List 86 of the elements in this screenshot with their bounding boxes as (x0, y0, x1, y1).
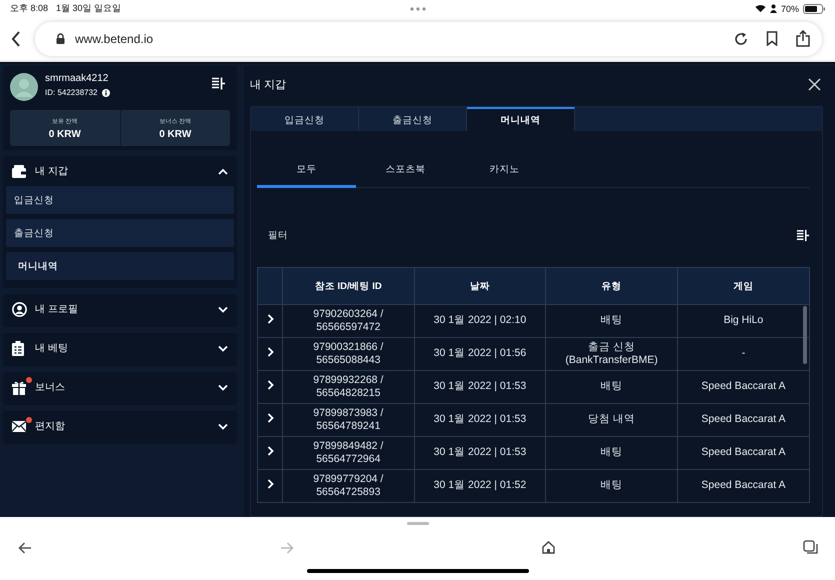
info-icon[interactable] (102, 88, 110, 96)
url-text: www.betend.io (75, 32, 154, 46)
column-header: 날짜 (414, 268, 546, 304)
close-icon[interactable] (808, 78, 821, 90)
filter-menu-icon[interactable] (796, 228, 810, 242)
wallet-icon (12, 164, 27, 178)
table-cell: Big HiLo (724, 314, 764, 326)
sidebar-item[interactable]: 편지함 (6, 411, 234, 441)
filter-menu-icon[interactable] (211, 77, 226, 90)
table-cell-text: 97899849482 / 56564772964 (312, 440, 384, 466)
table-cell-text: 97899779204 / 56564725893 (312, 472, 384, 500)
table-cell: 30 1월 2022 | 01:53 (434, 446, 526, 458)
sidebar-item[interactable]: 보너스 (6, 372, 234, 402)
mail-icon (12, 420, 28, 432)
subtab[interactable]: 모두 (257, 153, 356, 188)
table-cell: 배팅 (600, 446, 623, 460)
column-header: 참조 ID/베팅 ID (282, 268, 414, 304)
user-id: ID: 542238732 (45, 88, 98, 97)
expand-icon[interactable] (266, 412, 274, 423)
table-cell: Speed Baccarat A (701, 413, 786, 426)
username: smrmaak4212 (45, 73, 110, 84)
lock-icon (56, 33, 65, 44)
expand-icon[interactable] (266, 314, 274, 324)
battery-percent: 70% (780, 4, 799, 14)
sidebar-item[interactable]: 내 베팅 (6, 333, 234, 363)
chevron-down-icon (218, 344, 228, 352)
battery-icon (803, 4, 825, 14)
table-cell-text: 97899932268 / 56564828215 (312, 374, 384, 400)
table-cell-text: 97900321866 / 56565088443 (312, 340, 384, 368)
chevron-down-icon (218, 384, 228, 390)
table-cell: - (742, 347, 746, 360)
expand-icon[interactable] (266, 478, 274, 489)
panel-title: 내 지갑 (250, 78, 286, 92)
sidebar-subitem[interactable]: 머니내역 (6, 252, 234, 280)
subtab[interactable]: 스포츠북 (356, 153, 455, 188)
balance-value: 0 KRW (159, 128, 192, 140)
more-icon[interactable] (410, 7, 426, 11)
share-icon[interactable] (796, 30, 810, 47)
status-date: 1월 30일 일요일 (56, 2, 122, 15)
filter-label: 필터 (268, 228, 288, 242)
table-cell-text: 97899873983 / 56564789241 (312, 406, 384, 434)
sidebar-item[interactable]: 내 프로필 (6, 294, 234, 324)
gift-icon (12, 380, 28, 394)
scrollbar[interactable] (803, 306, 807, 364)
subtab[interactable]: 카지노 (455, 153, 554, 188)
user-icon (12, 302, 27, 316)
table-cell-text: 출금 신청 (BankTransferBME) (564, 340, 659, 368)
table-cell: 30 1월 2022 | 01:56 (434, 347, 526, 360)
table-cell: 30 1월 2022 | 01:53 (434, 380, 526, 392)
table-cell: 배팅 (600, 314, 623, 328)
chevron-down-icon (218, 306, 228, 312)
table-cell: 30 1월 2022 | 02:10 (434, 314, 526, 326)
table-cell: 배팅 (600, 479, 623, 493)
reload-icon[interactable] (734, 32, 748, 46)
home-icon[interactable] (542, 541, 555, 554)
wifi-icon (754, 4, 766, 13)
chevron-up-icon (218, 168, 228, 174)
back-arrow-icon[interactable] (18, 542, 32, 554)
expand-icon[interactable] (266, 346, 274, 357)
table-cell: Speed Baccarat A (701, 479, 786, 492)
address-bar[interactable]: www.betend.io (35, 22, 822, 56)
table-cell: 배팅 (600, 380, 623, 394)
chevron-down-icon (218, 422, 228, 430)
bookmark-icon[interactable] (766, 31, 778, 46)
clipboard-icon (12, 340, 24, 356)
sidebar-item[interactable]: 내 지갑 (6, 156, 234, 186)
table-cell: 당첨 내역 (588, 413, 636, 427)
drag-handle[interactable] (406, 522, 428, 525)
table-cell: Speed Baccarat A (701, 380, 786, 392)
expand-icon[interactable] (266, 446, 274, 456)
table-cell: 30 1월 2022 | 01:52 (434, 479, 526, 492)
column-header: 유형 (546, 268, 678, 304)
table-cell: Speed Baccarat A (701, 446, 786, 458)
expand-icon[interactable] (266, 380, 274, 390)
sidebar-subitem[interactable]: 출금신청 (6, 219, 234, 247)
back-icon[interactable] (11, 30, 21, 46)
status-time: 오후 8:08 (10, 2, 48, 15)
tab[interactable]: 머니내역 (467, 107, 575, 131)
tabs-icon[interactable] (803, 540, 818, 555)
table-cell-text: 97902603264 / 56566597472 (312, 308, 384, 334)
avatar-icon (10, 73, 38, 101)
column-header: 게임 (677, 268, 809, 304)
person-icon (770, 4, 777, 13)
sidebar-subitem[interactable]: 입금신청 (6, 186, 234, 214)
balance-value: 0 KRW (48, 128, 81, 140)
table-cell: 30 1월 2022 | 01:53 (434, 413, 526, 426)
